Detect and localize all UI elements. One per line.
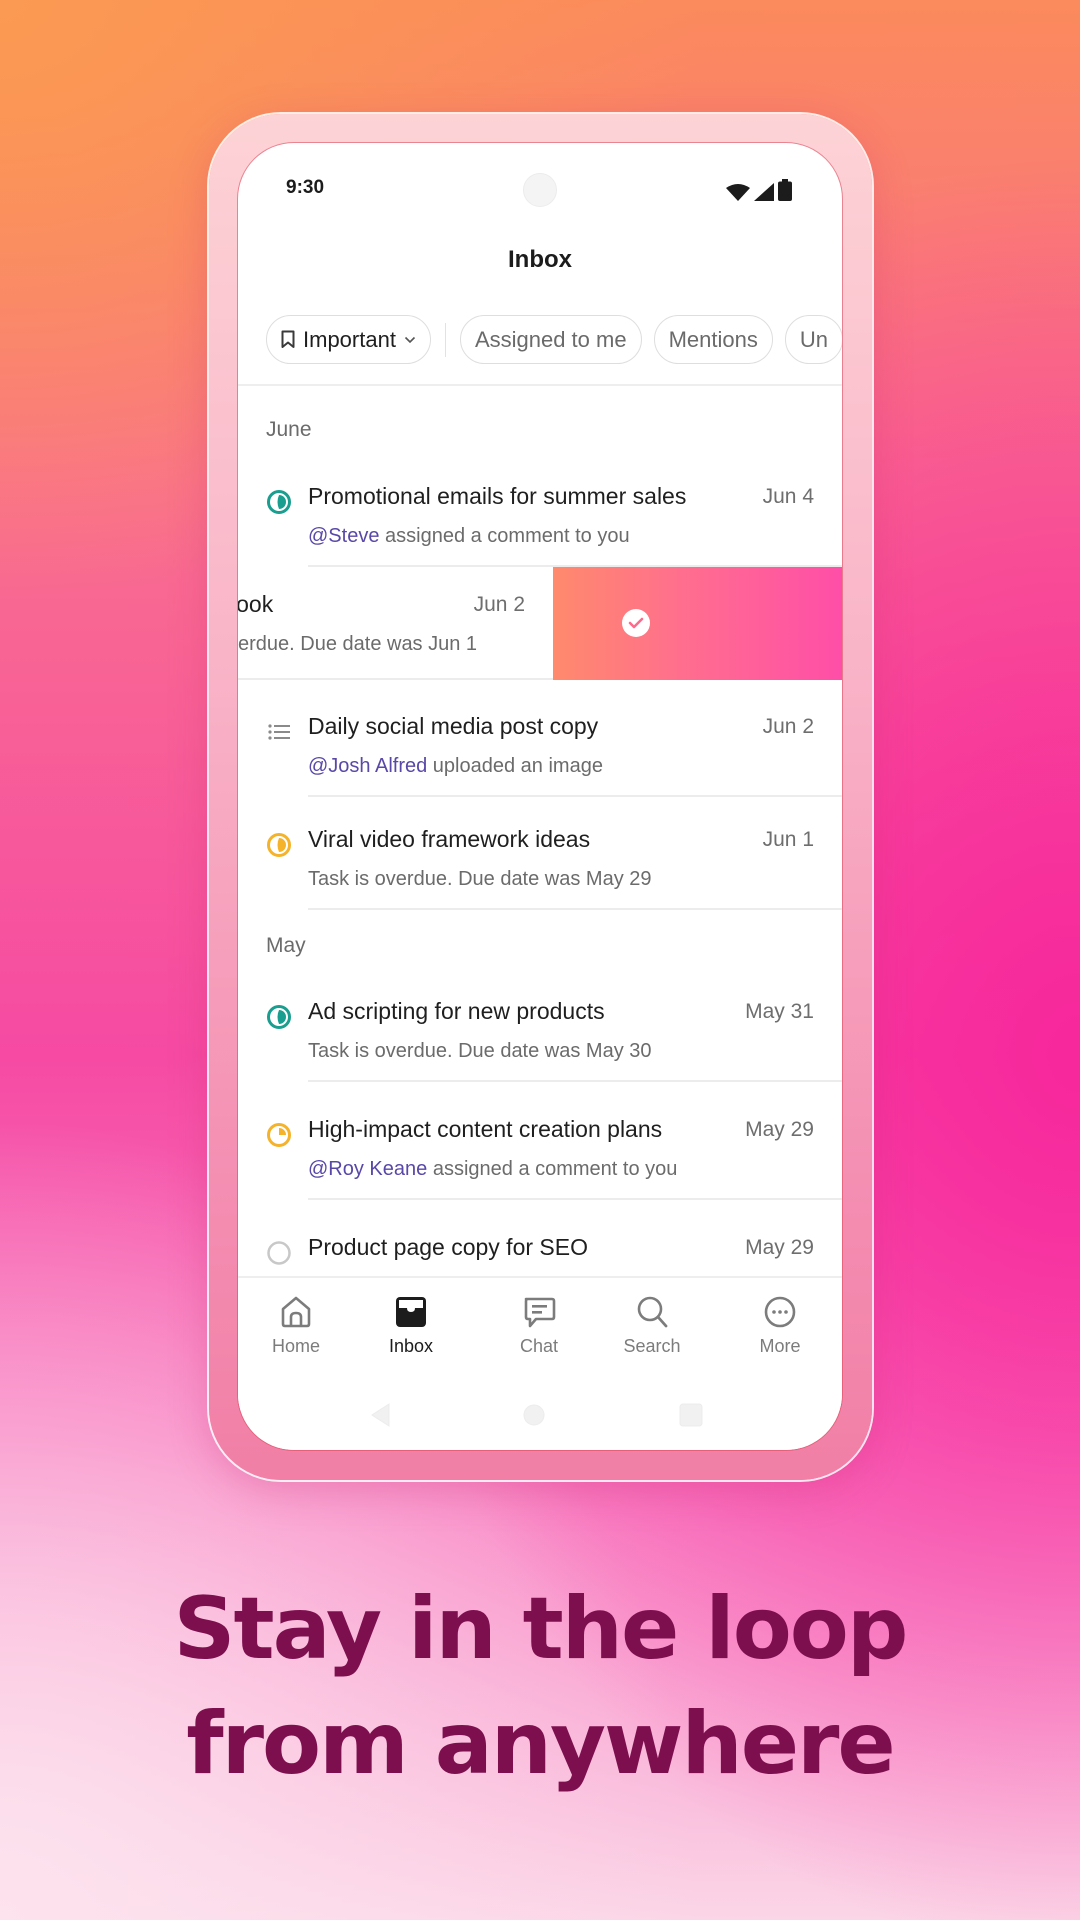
item-date: May 31 [745, 1000, 814, 1023]
header-divider [238, 384, 842, 386]
chip-divider [444, 322, 446, 357]
mention-link[interactable]: @Josh Alfred [308, 755, 427, 777]
system-recents-icon[interactable] [679, 1402, 703, 1428]
filter-chip-mentions[interactable]: Mentions [653, 315, 773, 364]
item-date: Jun 2 [762, 715, 814, 738]
item-subtitle-text: assigned a comment to you [379, 525, 630, 547]
item-title: Promotional emails for summer sales [308, 483, 687, 509]
front-camera [523, 173, 557, 207]
list-item[interactable]: Ad scripting for new products May 31 Tas… [238, 982, 842, 1082]
item-title: Product page copy for SEO [308, 1234, 588, 1260]
wifi-icon [726, 184, 750, 201]
empty-circle-icon [267, 1241, 291, 1265]
inbox-icon [396, 1297, 426, 1327]
phone-screen: 9:30 Inbox Important Assigned to me Ment… [238, 143, 842, 1450]
nav-search[interactable]: Search [597, 1294, 707, 1357]
nav-label: Search [623, 1336, 681, 1356]
item-subtitle: @Roy Keane assigned a comment to you [308, 1158, 677, 1181]
status-time: 9:30 [286, 177, 325, 198]
system-back-icon[interactable] [369, 1402, 393, 1428]
list-item[interactable]: Daily social media post copy Jun 2 @Josh… [238, 697, 842, 797]
filter-chip-label: Mentions [668, 326, 758, 352]
item-subtitle: Task is overdue. Due date was May 30 [308, 1040, 652, 1062]
item-title: Viral video framework ideas [308, 826, 591, 852]
filter-chip-label: Important [303, 326, 396, 352]
list-icon [268, 724, 290, 740]
status-icons [726, 179, 792, 201]
task-progress-icon [267, 1123, 291, 1147]
nav-label: Home [271, 1336, 320, 1356]
task-progress-icon [267, 490, 291, 514]
item-title: High-impact content creation plans [308, 1116, 663, 1142]
battery-icon [778, 179, 792, 201]
item-subtitle: Task is overdue. Due date was May 29 [308, 868, 652, 890]
headline-line-1: Stay in the loop [173, 1579, 909, 1679]
item-title: Daily social media post copy [308, 713, 599, 739]
item-date: Jun 2 [473, 593, 525, 616]
nav-home[interactable]: Home [241, 1294, 351, 1357]
chat-icon [524, 1297, 556, 1328]
filter-chip-label: Assigned to me [474, 326, 627, 352]
item-title: t for eBook [238, 591, 274, 617]
item-subtitle: @Josh Alfred uploaded an image [308, 755, 603, 778]
bookmark-icon [281, 330, 295, 348]
filter-chip-label: Un [799, 326, 828, 352]
mark-done-action[interactable] [553, 567, 842, 680]
row-divider [308, 1198, 842, 1200]
item-subtitle: @Steve assigned a comment to you [308, 525, 630, 548]
nav-chat[interactable]: Chat [484, 1294, 594, 1357]
filter-chip-unread[interactable]: Un [784, 315, 842, 364]
more-icon [764, 1296, 796, 1328]
list-item[interactable]: Viral video framework ideas Jun 1 Task i… [238, 810, 842, 910]
item-subtitle: erdue. Due date was Jun 1 [238, 633, 478, 655]
filter-chip-important[interactable]: Important [266, 315, 431, 364]
page-title: Inbox [508, 246, 572, 273]
task-progress-icon [267, 833, 291, 857]
item-date: Jun 4 [762, 485, 814, 508]
search-icon [637, 1296, 668, 1328]
signal-icon [754, 183, 774, 201]
system-home-icon[interactable] [522, 1402, 546, 1428]
mention-link[interactable]: @Roy Keane [308, 1158, 427, 1180]
item-title: Ad scripting for new products [308, 998, 605, 1024]
nav-label: Inbox [388, 1336, 434, 1356]
nav-label: More [759, 1336, 801, 1356]
nav-more[interactable]: More [725, 1294, 835, 1357]
row-divider [308, 908, 842, 910]
list-item[interactable]: High-impact content creation plans May 2… [238, 1100, 842, 1200]
list-item[interactable]: Promotional emails for summer sales Jun … [238, 467, 842, 567]
bottom-nav: Home Inbox Chat Search More [238, 1276, 842, 1450]
filter-chip-assigned[interactable]: Assigned to me [459, 315, 642, 364]
home-icon [281, 1296, 311, 1328]
item-date: May 29 [745, 1236, 814, 1259]
nav-label: Chat [519, 1336, 559, 1356]
row-divider [308, 795, 842, 797]
task-progress-icon [267, 1005, 291, 1029]
item-subtitle-text: assigned a comment to you [427, 1158, 678, 1180]
mention-link[interactable]: @Steve [308, 525, 379, 547]
item-date: May 29 [745, 1118, 814, 1141]
row-divider [308, 1080, 842, 1082]
headline-line-2: from anywhere [186, 1694, 896, 1794]
chevron-down-icon [404, 336, 416, 343]
section-label-may: May [266, 934, 306, 957]
filter-chips: Important Assigned to me Mentions Un [266, 315, 842, 364]
nav-inbox[interactable]: Inbox [356, 1294, 466, 1357]
swiped-item-content[interactable]: t for eBook Jun 2 erdue. Due date was Ju… [238, 567, 553, 680]
check-icon [622, 609, 650, 637]
item-subtitle-text: uploaded an image [427, 755, 603, 777]
item-date: Jun 1 [762, 828, 814, 851]
swiped-list-item[interactable]: t for eBook Jun 2 erdue. Due date was Ju… [238, 567, 842, 680]
section-label-june: June [266, 418, 312, 441]
